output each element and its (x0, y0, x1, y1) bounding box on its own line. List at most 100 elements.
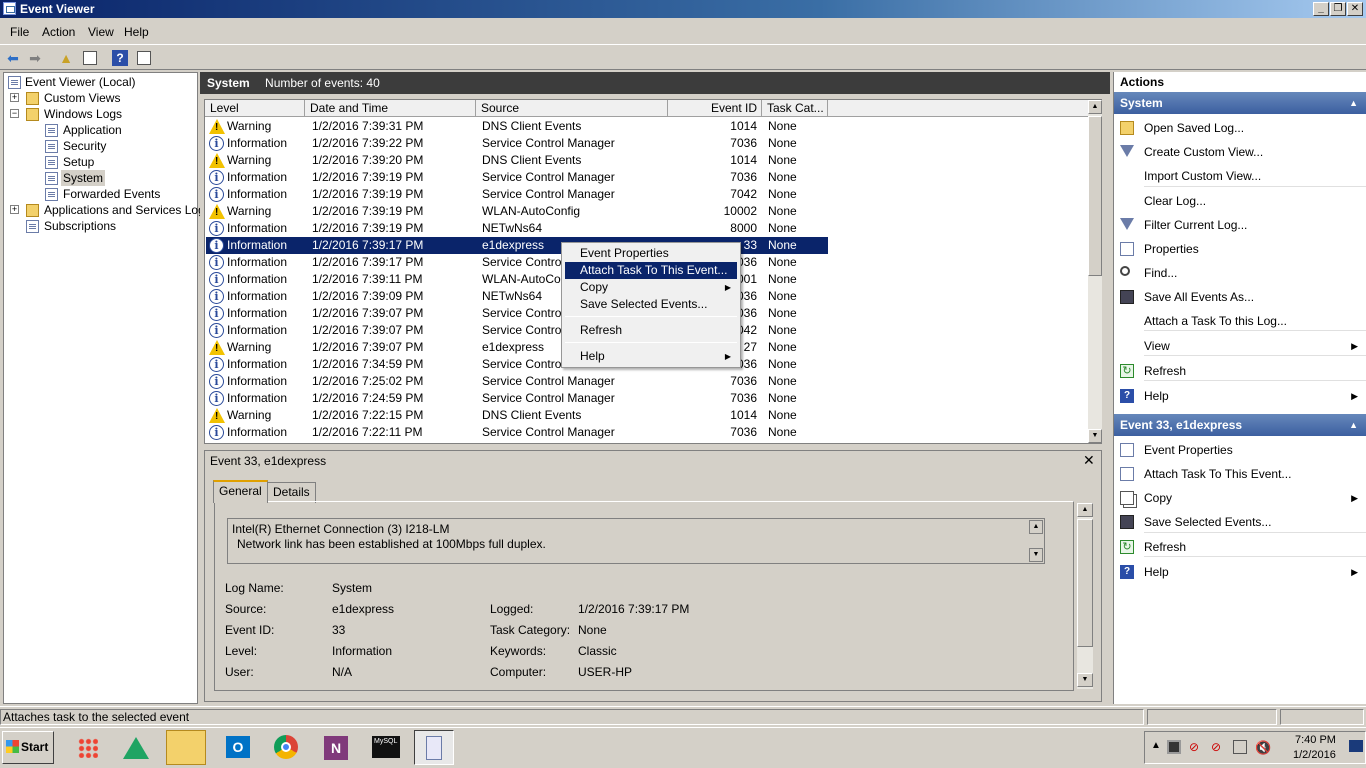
event-action-attach-task-to-this-event[interactable]: Attach Task To This Event... (1114, 462, 1366, 486)
table-row[interactable]: i Information 1/2/2016 7:25:02 PM Service C… (206, 373, 828, 390)
action-center-icon[interactable] (1167, 740, 1181, 754)
detail-scrollbar[interactable]: ▲ ▼ (1077, 503, 1093, 689)
tab-details[interactable]: Details (267, 482, 316, 503)
action-properties[interactable]: Properties (1114, 237, 1366, 261)
minimize-button[interactable]: _ (1313, 2, 1329, 16)
tree-item-security[interactable]: Security (63, 138, 106, 154)
clock-time[interactable]: 7:40 PM (1295, 734, 1336, 746)
tree-item-application[interactable]: Application (63, 122, 122, 138)
google-drive-icon[interactable] (116, 730, 156, 765)
show-hide-action-pane-icon[interactable] (134, 48, 154, 68)
show-hide-tree-icon[interactable] (80, 48, 100, 68)
scroll-down-icon[interactable]: ▼ (1029, 548, 1043, 562)
scroll-down-icon[interactable]: ▼ (1088, 429, 1102, 443)
table-row[interactable]: i Information 1/2/2016 7:24:59 PM Service C… (206, 390, 828, 407)
network-warning-icon[interactable]: ⊘ (1189, 740, 1203, 754)
table-row[interactable]: i Information 1/2/2016 7:39:19 PM NETwNs64 8… (206, 220, 828, 237)
tree-item-apps-services[interactable]: Applications and Services Logs (44, 202, 211, 218)
table-row[interactable]: Warning 1/2/2016 7:22:15 PM DNS Client Eve… (206, 407, 828, 424)
table-row[interactable]: i Information 1/2/2016 7:39:19 PM Service C… (206, 169, 828, 186)
scroll-down-icon[interactable]: ▼ (1077, 673, 1093, 687)
event-action-copy[interactable]: Copy ▶ (1114, 486, 1366, 510)
menu-file[interactable]: File (10, 25, 29, 39)
tree-item-setup[interactable]: Setup (63, 154, 94, 170)
detail-close-icon[interactable]: ✕ (1083, 452, 1095, 469)
event-action-help[interactable]: ? Help ▶ (1114, 560, 1366, 584)
table-row[interactable]: i Information 1/2/2016 7:39:22 PM Service C… (206, 135, 828, 152)
action-clear-log[interactable]: Clear Log... (1114, 189, 1366, 213)
table-row[interactable]: Warning 1/2/2016 7:39:20 PM DNS Client Eve… (206, 152, 828, 169)
column-header-task-category[interactable]: Task Cat... (762, 100, 828, 117)
tree-item-windows-logs[interactable]: Windows Logs (44, 106, 122, 122)
scroll-up-icon[interactable]: ▲ (1029, 520, 1043, 534)
tree-item-subscriptions[interactable]: Subscriptions (44, 218, 116, 234)
ctx-refresh[interactable]: Refresh (565, 322, 737, 339)
action-import-custom-view[interactable]: Import Custom View... (1114, 164, 1366, 188)
event-description[interactable]: Intel(R) Ethernet Connection (3) I218-LM… (227, 518, 1045, 564)
expand-icon[interactable]: + (10, 205, 19, 214)
collapse-icon[interactable]: − (10, 109, 19, 118)
action-filter-current-log[interactable]: Filter Current Log... (1114, 213, 1366, 237)
ctx-save-selected[interactable]: Save Selected Events... (565, 296, 737, 313)
column-header-event-id[interactable]: Event ID (668, 100, 762, 117)
network-icon[interactable] (1233, 740, 1247, 754)
close-button[interactable]: ✕ (1347, 2, 1363, 16)
scroll-up-icon[interactable]: ▲ (1088, 100, 1102, 114)
action-create-custom-view[interactable]: Create Custom View... (1114, 140, 1366, 164)
action-save-all-events-as[interactable]: Save All Events As... (1114, 285, 1366, 309)
scroll-thumb[interactable] (1077, 519, 1093, 647)
actions-section-event[interactable]: Event 33, e1dexpress ▲ (1114, 414, 1366, 436)
tree-item-root[interactable]: Event Viewer (Local) (25, 74, 136, 90)
ctx-copy[interactable]: Copy ▶ (565, 279, 737, 296)
date-cell: 1/2/2016 7:39:07 PM (312, 306, 424, 320)
clock-date[interactable]: 1/2/2016 (1293, 749, 1336, 761)
column-header-level[interactable]: Level (205, 100, 305, 117)
action-open-saved-log[interactable]: Open Saved Log... (1114, 116, 1366, 140)
mysql-console-icon[interactable]: MySQL (366, 730, 406, 765)
collapse-arrow-icon[interactable]: ▲ (1349, 92, 1358, 114)
warning-icon (209, 119, 225, 134)
file-explorer-icon[interactable] (166, 730, 206, 765)
table-row[interactable]: i Information 1/2/2016 7:39:19 PM Service C… (206, 186, 828, 203)
action-help[interactable]: ? Help ▶ (1114, 384, 1366, 408)
event-list-scrollbar[interactable]: ▲ ▼ (1088, 100, 1102, 443)
ctx-help[interactable]: Help ▶ (565, 348, 737, 365)
menu-action[interactable]: Action (42, 25, 75, 39)
action-find[interactable]: Find... (1114, 261, 1366, 285)
table-row[interactable]: Warning 1/2/2016 7:39:19 PM WLAN-AutoConfi… (206, 203, 828, 220)
outlook-icon[interactable]: O (218, 730, 258, 765)
event-action-event-properties[interactable]: Event Properties (1114, 438, 1366, 462)
table-row[interactable]: i Information 1/2/2016 7:22:11 PM Service C… (206, 424, 828, 441)
maximize-button[interactable]: ❐ (1330, 2, 1346, 16)
tree-item-custom-views[interactable]: Custom Views (44, 90, 120, 106)
show-desktop-icon[interactable] (1349, 740, 1363, 752)
tab-general[interactable]: General (213, 480, 268, 503)
back-arrow-icon[interactable]: ⬅ (3, 48, 23, 68)
menu-help[interactable]: Help (124, 25, 149, 39)
menu-view[interactable]: View (88, 25, 114, 39)
column-header-date[interactable]: Date and Time (305, 100, 476, 117)
ctx-attach-task[interactable]: Attach Task To This Event... (565, 262, 737, 279)
security-alert-icon[interactable]: ⊘ (1211, 740, 1225, 754)
expand-icon[interactable]: + (10, 93, 19, 102)
ctx-event-properties[interactable]: Event Properties (565, 245, 737, 262)
up-folder-icon[interactable]: ▲ (56, 48, 76, 68)
tree-item-forwarded-events[interactable]: Forwarded Events (63, 186, 160, 202)
actions-section-system[interactable]: System ▲ (1114, 92, 1366, 114)
volume-muted-icon[interactable]: 🔇 (1255, 740, 1271, 756)
event-action-save-selected-events[interactable]: Save Selected Events... (1114, 510, 1366, 534)
event-viewer-taskbar-icon[interactable] (414, 730, 454, 765)
forward-arrow-icon[interactable]: ➡ (25, 48, 45, 68)
collapse-arrow-icon[interactable]: ▲ (1349, 414, 1358, 436)
onenote-icon[interactable]: N (316, 730, 356, 765)
help-icon[interactable]: ? (110, 48, 130, 68)
scroll-up-icon[interactable]: ▲ (1077, 503, 1093, 517)
chrome-icon[interactable] (266, 730, 306, 765)
apps-grid-icon[interactable] (68, 730, 108, 765)
column-header-source[interactable]: Source (476, 100, 668, 117)
table-row[interactable]: Warning 1/2/2016 7:39:31 PM DNS Client Eve… (206, 118, 828, 135)
start-button[interactable]: Start (2, 731, 54, 764)
scroll-thumb[interactable] (1088, 116, 1102, 276)
show-hidden-icons-icon[interactable]: ▲ (1151, 740, 1161, 751)
tree-item-system[interactable]: System (61, 170, 106, 186)
